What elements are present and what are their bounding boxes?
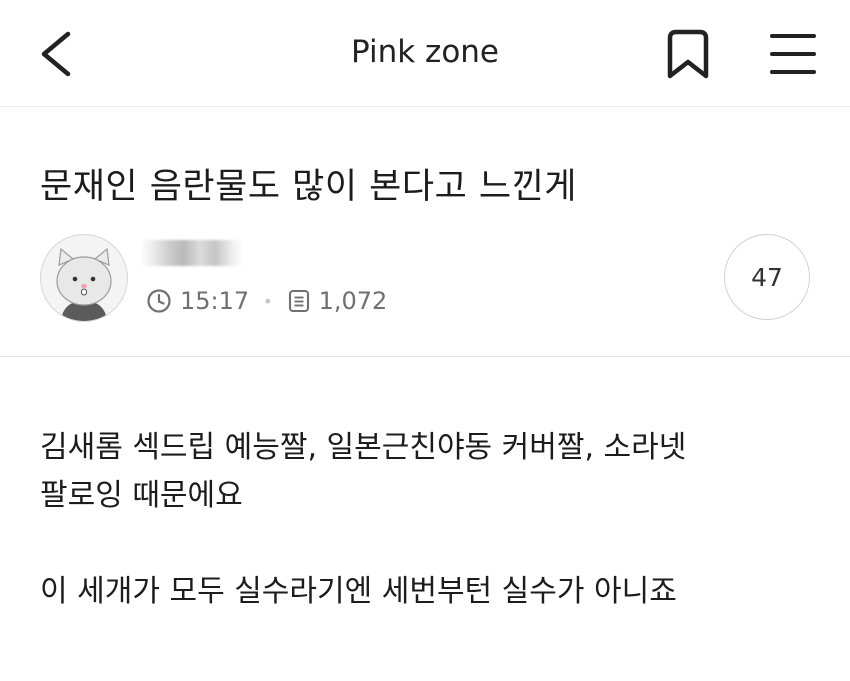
comment-count: 47 [751, 262, 783, 292]
clock-icon [147, 289, 171, 313]
post-body: 김새롬 섹드립 예능짤, 일본근친야동 커버짤, 소라넷 팔로잉 때문에요 이 … [40, 424, 830, 616]
page-title: Pink zone [350, 34, 500, 70]
cat-avatar-icon [56, 247, 112, 321]
post-title: 문재인 음란물도 많이 본다고 느낀게 [40, 167, 578, 207]
meta-separator: • [263, 291, 273, 311]
top-app-bar: Pink zone [0, 0, 850, 107]
body-line: 김새롬 섹드립 예능짤, 일본근친야동 커버짤, 소라넷 [40, 430, 687, 465]
body-line: 이 세개가 모두 실수라기엔 세번부턴 실수가 아니죠 [40, 574, 677, 609]
author-name-redacted [140, 240, 244, 266]
comment-count-button[interactable]: 47 [724, 234, 810, 320]
content-divider [0, 356, 850, 357]
view-count: 1,072 [318, 287, 388, 315]
document-views-icon [288, 289, 309, 313]
post-meta: 15:17 • 1,072 [146, 286, 387, 316]
body-line: 팔로잉 때문에요 [40, 478, 243, 513]
author-avatar[interactable] [40, 234, 128, 322]
post-time: 15:17 [180, 287, 250, 315]
bookmark-button[interactable] [660, 26, 716, 84]
hamburger-menu-icon [770, 34, 816, 74]
bookmark-icon [667, 29, 709, 79]
menu-button[interactable] [764, 26, 822, 84]
